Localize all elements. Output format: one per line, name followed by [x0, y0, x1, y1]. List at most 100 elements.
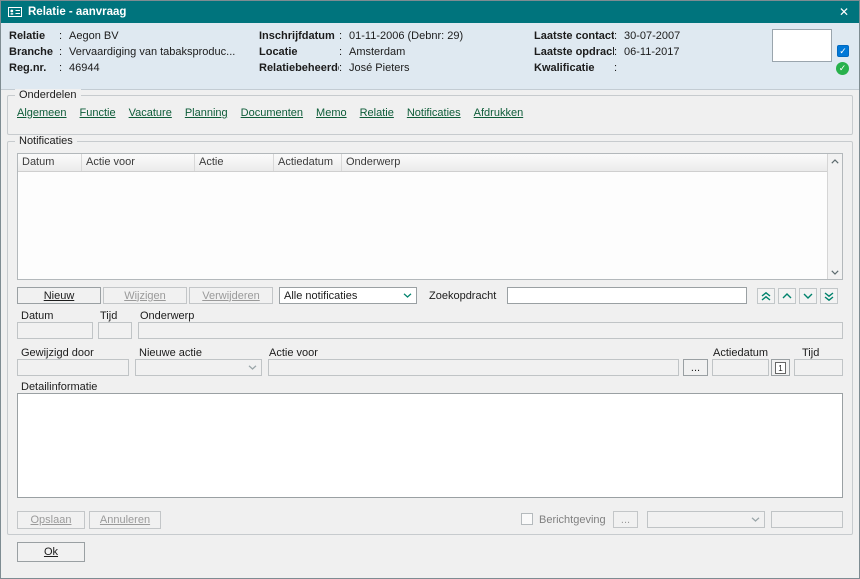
chevron-down-icon: [803, 293, 813, 299]
ok-button[interactable]: Ok: [17, 542, 85, 562]
scroll-up-arrow-icon[interactable]: [828, 154, 842, 168]
relatie-aanvraag-window: Relatie - aanvraag ✕ Relatie:Aegon BV Br…: [0, 0, 860, 579]
search-label: Zoekopdracht: [429, 290, 496, 302]
tab-algemeen[interactable]: Algemeen: [17, 107, 67, 119]
onderwerp-input: [138, 322, 843, 339]
berichtgeving-dropdown: [647, 511, 765, 528]
header-row: Laatste opdrach:06-11-2017: [534, 44, 680, 60]
header-right-column: Laatste contact: 30-07-2007 Laatste opdra…: [534, 28, 680, 76]
onderwerp-label: Onderwerp: [140, 310, 194, 322]
nav-last-button[interactable]: [820, 288, 838, 304]
separator: :: [614, 62, 624, 74]
record-navigation: [757, 288, 838, 304]
field-label: Locatie: [259, 46, 339, 58]
scroll-down-arrow-icon[interactable]: [828, 265, 842, 279]
checked-checkbox[interactable]: ✓: [837, 45, 849, 57]
separator: :: [339, 46, 349, 58]
relation-image-box: [772, 29, 832, 62]
field-label: Relatiebeheerde: [259, 62, 339, 74]
tijd-label: Tijd: [100, 310, 117, 322]
verwijderen-button: Verwijderen: [189, 287, 273, 304]
berichtgeving-field: [771, 511, 843, 528]
close-button[interactable]: ✕: [836, 5, 852, 19]
field-value: 30-07-2007: [624, 30, 680, 42]
table-vertical-scrollbar[interactable]: [827, 154, 842, 279]
column-header-actiedatum[interactable]: Actiedatum: [274, 154, 342, 171]
annuleren-button: Annuleren: [89, 511, 161, 529]
field-value: 06-11-2017: [624, 46, 679, 58]
header-row: Relatiebeheerde:José Pieters: [259, 60, 463, 76]
chevron-up-icon: [782, 293, 792, 299]
nav-first-button[interactable]: [757, 288, 775, 304]
tab-relatie[interactable]: Relatie: [360, 107, 394, 119]
field-label: Branche: [9, 46, 59, 58]
column-header-onderwerp[interactable]: Onderwerp: [342, 154, 842, 171]
actiedatum-label: Actiedatum: [713, 347, 768, 359]
field-label: Inschrijfdatum: [259, 30, 339, 42]
field-label: Laatste contact: [534, 30, 614, 42]
chevron-double-up-icon: [761, 292, 771, 301]
notification-filter-dropdown[interactable]: Alle notificaties: [279, 287, 417, 304]
opslaan-button: Opslaan: [17, 511, 85, 529]
gewijzigd-door-label: Gewijzigd door: [21, 347, 94, 359]
status-check-icon: ✓: [836, 62, 849, 75]
filter-selected-value: Alle notificaties: [284, 290, 357, 302]
header-row: Locatie:Amsterdam: [259, 44, 463, 60]
header-row: Branche:Vervaardiging van tabaksproduc..…: [9, 44, 235, 60]
notifications-table-body: [18, 172, 842, 279]
search-input[interactable]: [507, 287, 747, 304]
field-value: 46944: [69, 62, 100, 74]
column-header-actie[interactable]: Actie: [195, 154, 274, 171]
detailinformatie-textarea[interactable]: [17, 393, 843, 498]
tab-vacature[interactable]: Vacature: [129, 107, 172, 119]
header-row: Relatie:Aegon BV: [9, 28, 235, 44]
tab-notificaties[interactable]: Notificaties: [407, 107, 461, 119]
separator: :: [59, 62, 69, 74]
field-label: Relatie: [9, 30, 59, 42]
field-label: Reg.nr.: [9, 62, 59, 74]
berichtgeving-checkbox: [521, 513, 533, 525]
header-row: Kwalificatie:: [534, 60, 680, 76]
column-header-actie-voor[interactable]: Actie voor: [82, 154, 195, 171]
gewijzigd-door-input: [17, 359, 129, 376]
tab-memo[interactable]: Memo: [316, 107, 347, 119]
berichtgeving-label: Berichtgeving: [539, 514, 606, 526]
separator: :: [59, 30, 69, 42]
tab-afdrukken[interactable]: Afdrukken: [474, 107, 524, 119]
nieuwe-actie-dropdown: [135, 359, 262, 376]
wijzigen-button: Wijzigen: [103, 287, 187, 304]
onderdelen-tabs: Algemeen Functie Vacature Planning Docum…: [17, 107, 523, 119]
notifications-table[interactable]: Datum Actie voor Actie Actiedatum Onderw…: [17, 153, 843, 280]
berichtgeving-browse-button: ...: [613, 511, 638, 528]
nav-next-button[interactable]: [799, 288, 817, 304]
actie-voor-label: Actie voor: [269, 347, 318, 359]
title-bar: Relatie - aanvraag ✕: [1, 1, 859, 23]
calendar-icon: 1: [775, 362, 786, 374]
tijd2-input: [794, 359, 843, 376]
tab-functie[interactable]: Functie: [80, 107, 116, 119]
actie-voor-input: [268, 359, 679, 376]
date-picker-button[interactable]: 1: [771, 359, 790, 376]
header-row: Inschrijfdatum:01-11-2006 (Debnr: 29): [259, 28, 463, 44]
column-header-datum[interactable]: Datum: [18, 154, 82, 171]
onderdelen-legend: Onderdelen: [15, 89, 81, 101]
actie-voor-browse-button[interactable]: ...: [683, 359, 708, 376]
nav-previous-button[interactable]: [778, 288, 796, 304]
nieuw-button[interactable]: Nieuw: [17, 287, 101, 304]
tijd2-label: Tijd: [802, 347, 819, 359]
field-value: Amsterdam: [349, 46, 405, 58]
tab-documenten[interactable]: Documenten: [241, 107, 303, 119]
datum-label: Datum: [21, 310, 53, 322]
field-value: Aegon BV: [69, 30, 119, 42]
tijd-input: [98, 322, 132, 339]
notificaties-legend: Notificaties: [15, 135, 77, 147]
header-middle-column: Inschrijfdatum:01-11-2006 (Debnr: 29) Lo…: [259, 28, 463, 76]
detailinformatie-label: Detailinformatie: [21, 381, 97, 393]
tab-planning[interactable]: Planning: [185, 107, 228, 119]
chevron-down-icon: [751, 517, 760, 522]
field-value: Vervaardiging van tabaksproduc...: [69, 46, 235, 58]
chevron-down-icon: [248, 365, 257, 370]
notifications-table-header: Datum Actie voor Actie Actiedatum Onderw…: [18, 154, 842, 172]
window-title: Relatie - aanvraag: [28, 6, 126, 18]
nieuwe-actie-label: Nieuwe actie: [139, 347, 202, 359]
